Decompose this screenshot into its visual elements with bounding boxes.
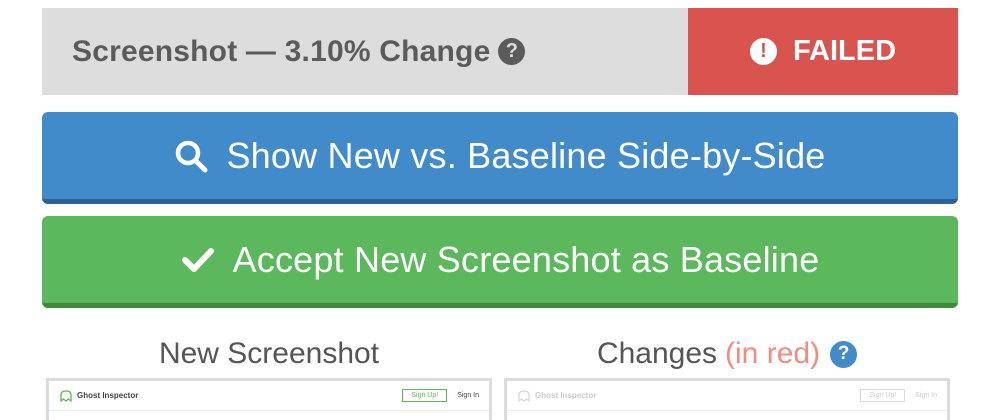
thumbnail-signup-button: Sign Up! <box>402 389 448 402</box>
exclamation-circle-icon: ! <box>749 38 777 65</box>
show-side-by-side-button[interactable]: Show New vs. Baseline Side-by-Side <box>42 112 958 204</box>
question-circle-icon[interactable]: ? <box>498 38 526 65</box>
status-badge: ! FAILED <box>688 8 958 95</box>
thumbnail-logo-text: Ghost Inspector <box>535 391 597 400</box>
thumbnail-logo: Ghost Inspector <box>59 389 139 402</box>
changes-thumbnail[interactable]: Ghost Inspector Sign Up! Sign In <box>504 378 950 420</box>
status-label: FAILED <box>792 35 897 67</box>
changes-heading: Changes (in red) ? <box>504 332 950 376</box>
thumbnail-signin-link: Sign In <box>457 392 479 399</box>
result-title: Screenshot — 3.10% Change ? <box>42 8 688 95</box>
changes-note: (in red) <box>725 337 821 370</box>
new-screenshot-thumbnail[interactable]: Ghost Inspector Sign Up! Sign In <box>46 378 492 420</box>
checkmark-icon <box>181 245 215 275</box>
show-side-by-side-label: Show New vs. Baseline Side-by-Side <box>226 134 826 176</box>
result-header: Screenshot — 3.10% Change ? ! FAILED <box>42 8 958 95</box>
question-circle-icon[interactable]: ? <box>830 340 858 368</box>
thumbnail-signup-button: Sign Up! <box>860 389 906 402</box>
ghost-logo-icon <box>518 389 530 402</box>
search-icon <box>174 139 208 173</box>
changes-heading-text: Changes <box>596 337 718 370</box>
thumbnail-signin-link: Sign In <box>915 392 937 399</box>
new-screenshot-heading: New Screenshot <box>158 337 380 370</box>
thumbnail-navbar: Ghost Inspector Sign Up! Sign In <box>49 381 489 411</box>
accept-baseline-button[interactable]: Accept New Screenshot as Baseline <box>42 216 958 308</box>
result-title-text: Screenshot — 3.10% Change <box>72 34 491 68</box>
thumbnail-logo-text: Ghost Inspector <box>77 391 139 400</box>
thumbnail-logo: Ghost Inspector <box>517 389 597 402</box>
accept-baseline-label: Accept New Screenshot as Baseline <box>232 238 820 280</box>
ghost-logo-icon <box>60 389 72 402</box>
thumbnail-navbar: Ghost Inspector Sign Up! Sign In <box>507 381 947 411</box>
